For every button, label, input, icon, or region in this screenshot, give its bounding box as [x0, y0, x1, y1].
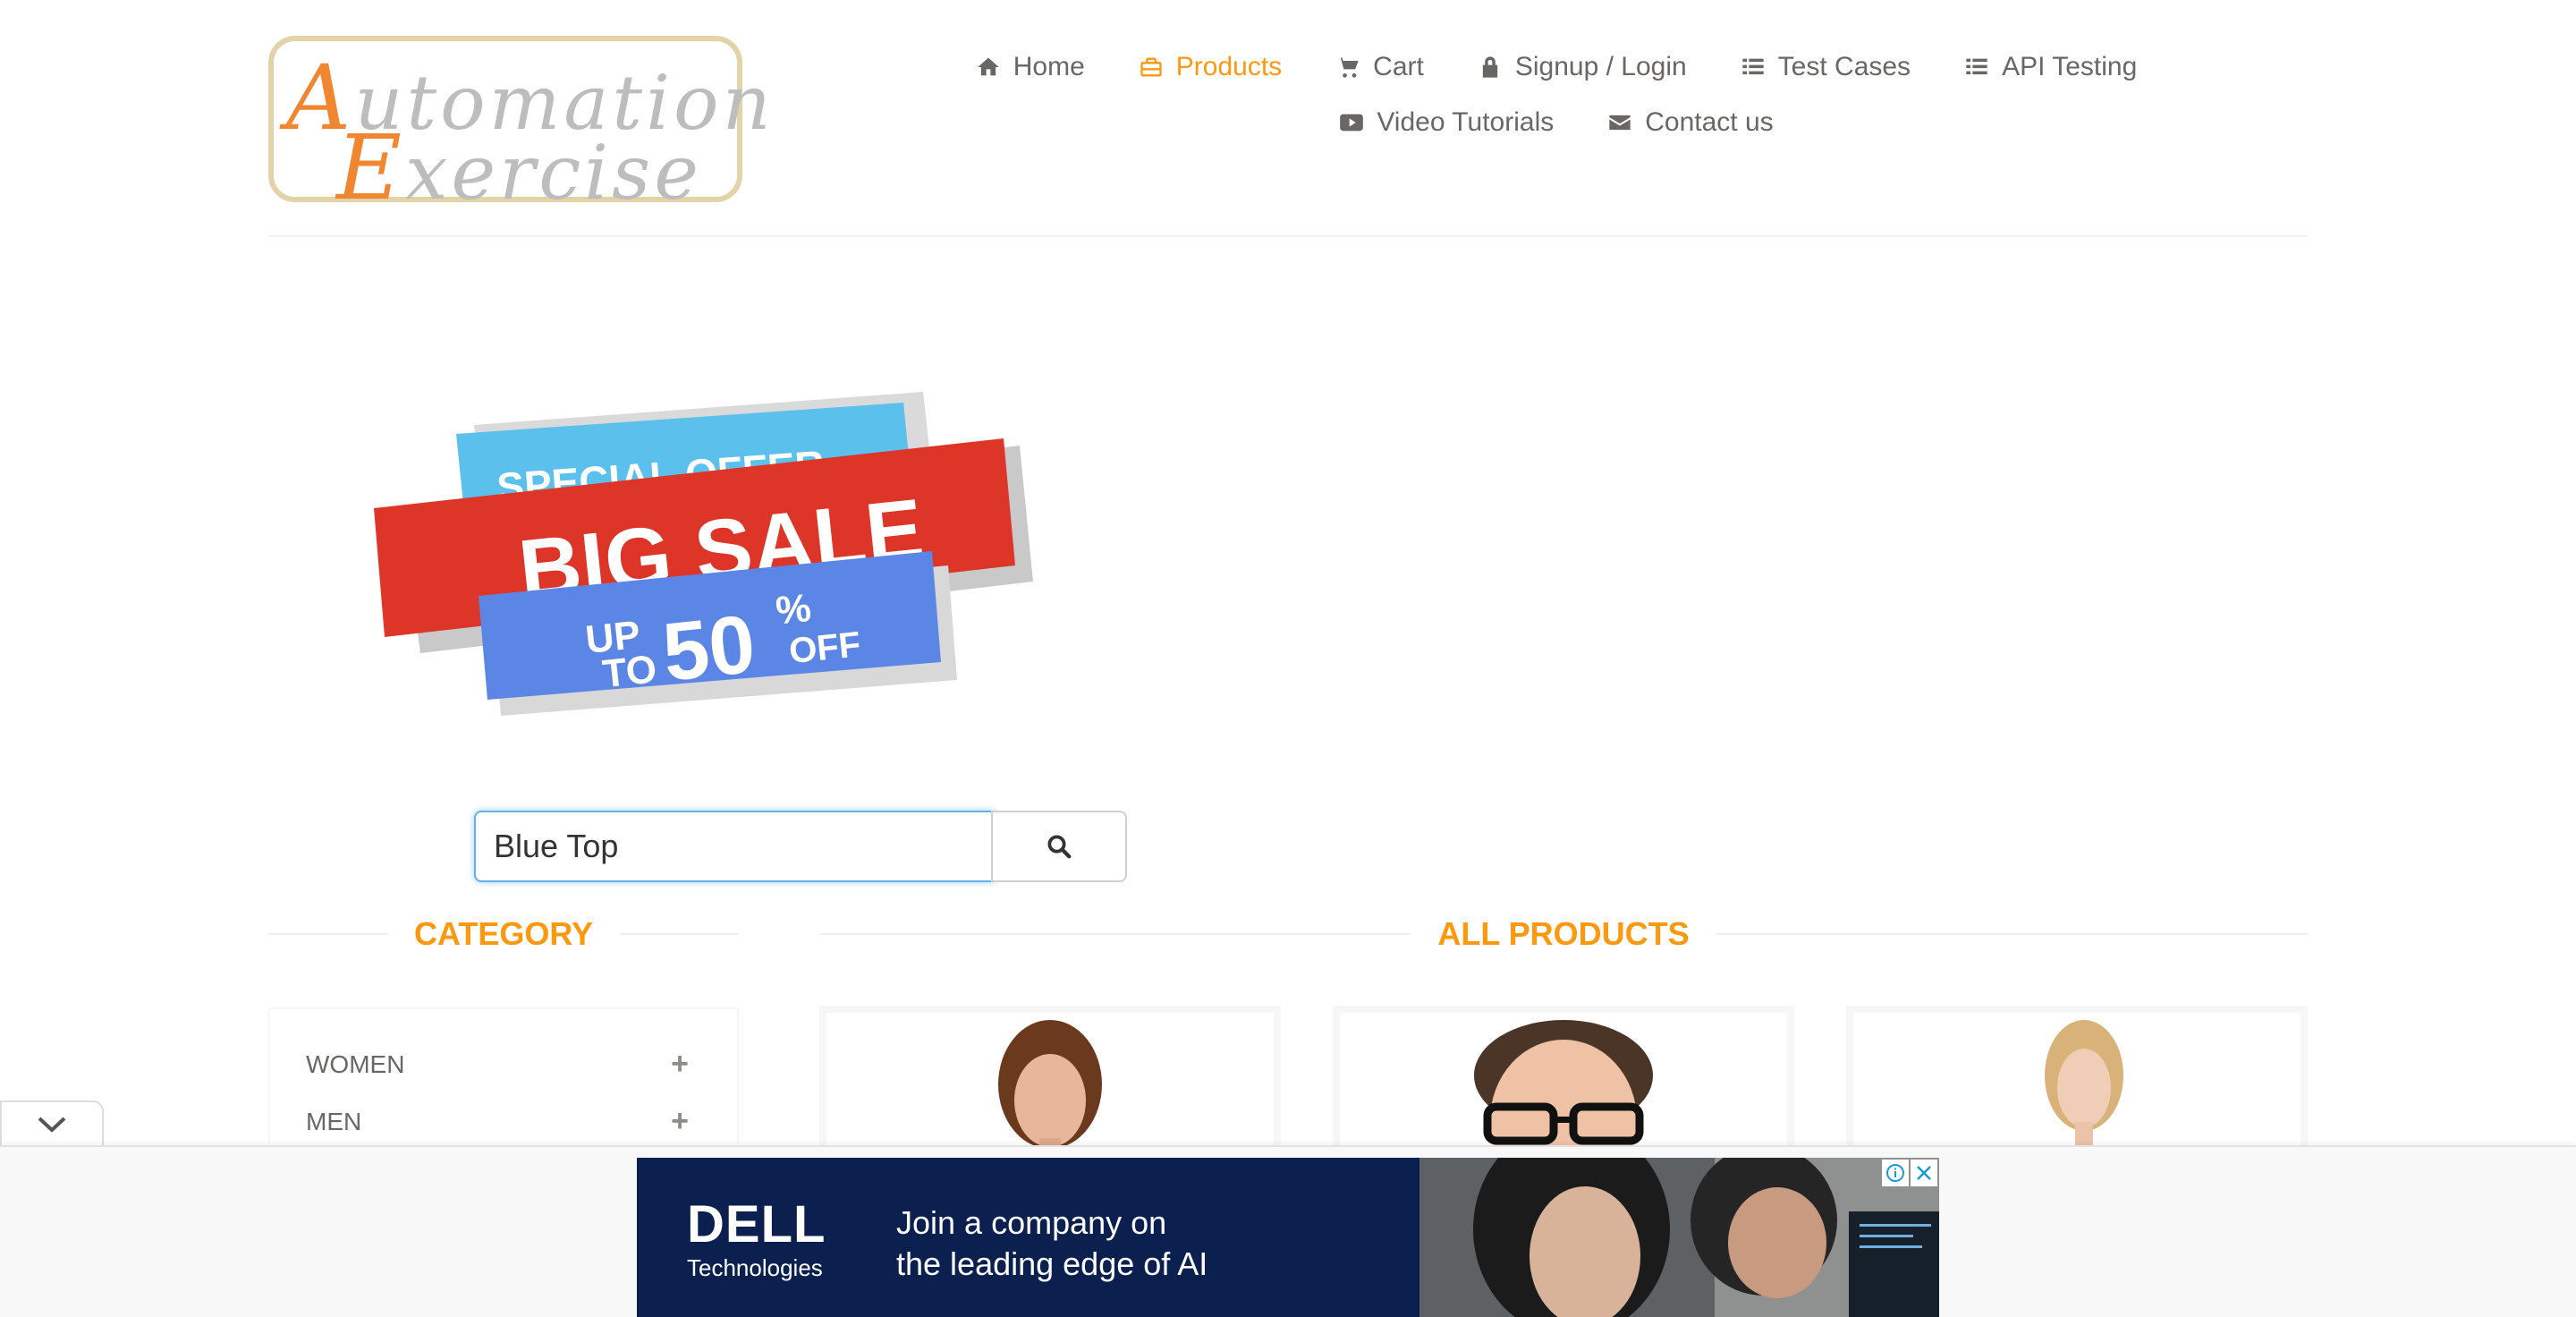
ad-line-1: Join a company on — [896, 1204, 1167, 1241]
nav-test-cases[interactable]: Test Cases — [1741, 52, 1911, 82]
nav-label: Products — [1175, 52, 1283, 81]
nav-label: Signup / Login — [1514, 52, 1687, 81]
all-products-title: ALL PRODUCTS — [1437, 915, 1690, 952]
youtube-play-icon — [1340, 114, 1364, 132]
nav-home[interactable]: Home — [976, 52, 1085, 82]
category-heading: CATEGORY — [268, 915, 740, 952]
envelope-icon — [1609, 115, 1631, 131]
lock-icon — [1482, 56, 1498, 78]
dell-logo: DELL Technologies — [687, 1199, 826, 1282]
ad-copy: Join a company on the leading edge of AI — [896, 1202, 1208, 1285]
briefcase-icon — [1140, 57, 1162, 77]
svg-text:TO: TO — [600, 647, 658, 696]
nav-label: Cart — [1373, 52, 1424, 81]
main-nav: Home Products Cart Signup / Login Test C… — [978, 52, 2137, 138]
cart-icon — [1336, 57, 1359, 78]
dell-brand: DELL — [687, 1195, 826, 1253]
ad-info-icon[interactable] — [1882, 1160, 1909, 1186]
search-product-input[interactable] — [474, 811, 995, 882]
chevron-down-icon — [38, 1117, 66, 1133]
search-button[interactable] — [991, 811, 1127, 882]
category-item-men[interactable]: MEN + — [306, 1104, 689, 1139]
ad-photo — [1419, 1158, 1939, 1317]
ad-close-icon[interactable] — [1911, 1160, 1937, 1186]
ad-bar: DELL Technologies Join a company on the … — [0, 1145, 2576, 1317]
category-item-women[interactable]: WOMEN + — [306, 1047, 689, 1082]
dell-brand-sub: Technologies — [687, 1254, 823, 1281]
list-icon — [1966, 58, 1987, 75]
plus-icon[interactable]: + — [671, 1104, 689, 1139]
nav-signup-login[interactable]: Signup / Login — [1478, 52, 1687, 82]
plus-icon[interactable]: + — [671, 1047, 689, 1082]
category-label: MEN — [306, 1107, 362, 1135]
nav-label: Video Tutorials — [1377, 107, 1555, 137]
svg-text:OFF: OFF — [787, 625, 862, 671]
nav-label: API Testing — [2002, 52, 2138, 81]
dell-ad[interactable]: DELL Technologies Join a company on the … — [637, 1158, 1939, 1317]
nav-cart[interactable]: Cart — [1335, 52, 1424, 82]
all-products-heading: ALL PRODUCTS — [819, 915, 2308, 952]
ad-line-2: the leading edge of AI — [896, 1245, 1208, 1282]
svg-text:%: % — [774, 586, 813, 633]
svg-text:50: 50 — [658, 599, 758, 699]
nav-label: Test Cases — [1777, 52, 1911, 81]
nav-label: Contact us — [1645, 107, 1774, 137]
nav-api-testing[interactable]: API Testing — [1964, 52, 2137, 82]
list-icon — [1742, 58, 1764, 75]
category-label: WOMEN — [306, 1049, 405, 1078]
nav-video-tutorials[interactable]: Video Tutorials — [1339, 107, 1554, 138]
nav-contact-us[interactable]: Contact us — [1607, 107, 1774, 138]
nav-products[interactable]: Products — [1139, 52, 1282, 82]
nav-label: Home — [1013, 52, 1085, 81]
home-icon — [978, 57, 999, 76]
site-logo[interactable]: Automation Exercise — [268, 36, 771, 213]
category-title: CATEGORY — [414, 915, 594, 952]
special-offer-banner: SPECIAL OFFER BIG SALE UP TO 50 % OFF — [374, 392, 1033, 716]
search-icon — [1047, 835, 1072, 859]
header-divider — [268, 235, 2308, 237]
collapse-ad-button[interactable] — [0, 1100, 104, 1147]
logo-line-2: Exercise — [336, 115, 702, 220]
